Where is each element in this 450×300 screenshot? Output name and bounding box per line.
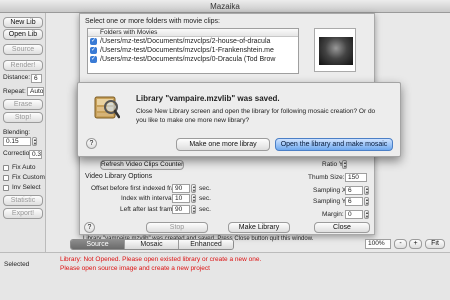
margin-label: Margin: — [322, 211, 344, 218]
video-options-title: Video Library Options — [85, 173, 153, 180]
tab-source[interactable]: Source — [71, 240, 125, 249]
dialog-message: Close New Library screen and open the li… — [136, 108, 376, 124]
offset-stepper[interactable]: ▲ ▼ — [191, 184, 196, 193]
zoom-out-button[interactable]: - — [394, 239, 407, 249]
interval-label: Index with interval: — [121, 195, 175, 202]
list-item[interactable]: ✓ /Users/mz-test/Documents/mzvclps/2-hou… — [88, 37, 298, 46]
refresh-clips-button[interactable]: Refresh Video Clips Counter — [100, 160, 184, 170]
help-button[interactable]: ? — [84, 222, 95, 233]
folders-list[interactable]: Folders with Movies ✓ /Users/mz-test/Doc… — [87, 28, 299, 74]
stop-library-button[interactable]: Stop — [146, 222, 208, 233]
blending-field[interactable]: 0.15 — [3, 137, 31, 146]
folder-checkbox[interactable]: ✓ — [90, 47, 97, 54]
fix-auto-label: Fix Auto — [12, 164, 36, 171]
open-lib-button[interactable]: Open Lib — [3, 29, 43, 40]
render-button[interactable]: Render! — [3, 60, 43, 71]
fix-custom-checkbox[interactable] — [3, 175, 9, 181]
inv-select-checkbox[interactable] — [3, 185, 9, 191]
new-lib-button[interactable]: New Lib — [3, 17, 43, 28]
zoom-fit-button[interactable]: Fit — [425, 239, 445, 249]
sampling-y-field[interactable]: 6 — [345, 197, 363, 206]
fix-custom-label: Fix Custom — [12, 174, 45, 181]
interval-unit: sec. — [199, 195, 211, 202]
left-after-stepper[interactable]: ▲ ▼ — [191, 205, 196, 214]
distance-label: Distance: — [3, 74, 31, 81]
left-after-unit: sec. — [199, 206, 211, 213]
project-status-message: Please open source image and create a ne… — [60, 265, 210, 272]
interval-field[interactable]: 10 — [172, 194, 190, 203]
zoom-in-button[interactable]: + — [409, 239, 422, 249]
list-item[interactable]: ✓ /Users/mz-test/Documents/mzvclps/1-Fra… — [88, 46, 298, 55]
sampling-x-field[interactable]: 6 — [345, 186, 363, 195]
make-one-more-library-button[interactable]: Make one more libray — [176, 138, 270, 151]
blending-stepper[interactable]: ▲ ▼ — [32, 137, 37, 146]
statistic-button[interactable]: Statistic — [3, 195, 43, 206]
offset-field[interactable]: 90 — [172, 184, 190, 193]
status-bar: Selected Library: Not Opened. Please ope… — [0, 252, 450, 300]
folder-checkbox[interactable]: ✓ — [90, 56, 97, 63]
source-button[interactable]: Source — [3, 44, 43, 55]
left-after-label: Left after last frame: — [120, 206, 178, 213]
library-saved-dialog: Library "vampaire.mzvlib" was saved. Clo… — [77, 82, 401, 157]
clip-thumbnail-image — [319, 37, 353, 65]
export-button[interactable]: Export! — [3, 208, 43, 219]
clip-thumbnail — [314, 28, 356, 72]
inv-select-label: Inv Select — [12, 184, 41, 191]
margin-field[interactable]: 0 — [345, 210, 363, 219]
library-status-message: Library: Not Opened. Please open existed… — [60, 256, 262, 263]
make-library-button[interactable]: Make Library — [228, 222, 290, 233]
folders-instruction: Select one or more folders with movie cl… — [85, 18, 220, 25]
offset-unit: sec. — [199, 185, 211, 192]
window-title: Mazaika — [0, 0, 450, 13]
margin-stepper[interactable]: ▲ ▼ — [364, 210, 369, 219]
sampling-x-label: Sampling X: — [313, 187, 349, 194]
folders-list-header: Folders with Movies — [88, 29, 298, 37]
open-library-make-mosaic-button[interactable]: Open the library and make mosaic — [275, 138, 393, 151]
mode-tabs: Source Mosaic Enhanced — [70, 239, 234, 250]
sampling-x-stepper[interactable]: ▲ ▼ — [364, 186, 369, 195]
app-window: Mazaika New Lib Open Lib Source Render! … — [0, 0, 450, 300]
tab-enhanced[interactable]: Enhanced — [179, 240, 233, 249]
sampling-y-label: Sampling Y: — [313, 198, 348, 205]
close-button[interactable]: Close — [314, 222, 370, 233]
dialog-help-button[interactable]: ? — [86, 138, 97, 149]
list-item[interactable]: ✓ /Users/mz-test/Documents/mzvclps/0-Dra… — [88, 55, 298, 64]
folder-path: /Users/mz-test/Documents/mzvclps/0-Dracu… — [100, 56, 276, 63]
thumb-size-label: Thumb Size: — [308, 174, 345, 181]
distance-field[interactable]: 6 — [31, 74, 42, 83]
selected-label: Selected — [4, 261, 30, 268]
repeat-label: Repeat: — [3, 88, 26, 95]
zoom-select[interactable]: 100% — [365, 239, 391, 249]
tab-mosaic[interactable]: Mosaic — [125, 240, 179, 249]
left-panel: New Lib Open Lib Source Render! Distance… — [0, 13, 46, 273]
sampling-y-stepper[interactable]: ▲ ▼ — [364, 197, 369, 206]
erase-button[interactable]: Erase — [3, 99, 43, 110]
correction-field[interactable]: 0.33 — [29, 150, 42, 159]
interval-stepper[interactable]: ▲ ▼ — [191, 194, 196, 203]
folder-path: /Users/mz-test/Documents/mzvclps/1-Frank… — [100, 47, 274, 54]
library-app-icon — [94, 96, 120, 119]
stop-button[interactable]: Stop! — [3, 112, 43, 123]
repeat-select[interactable]: Auto — [27, 87, 44, 96]
blending-label: Blending: — [3, 129, 31, 136]
folder-checkbox[interactable]: ✓ — [90, 38, 97, 45]
folder-path: /Users/mz-test/Documents/mzvclps/2-house… — [100, 38, 271, 45]
fix-auto-checkbox[interactable] — [3, 165, 9, 171]
left-after-field[interactable]: 90 — [172, 205, 190, 214]
thumb-size-select[interactable]: 150 — [345, 173, 367, 182]
ratio-y-stepper[interactable]: ▲ ▼ — [342, 160, 347, 169]
dialog-title: Library "vampaire.mzvlib" was saved. — [136, 94, 280, 103]
